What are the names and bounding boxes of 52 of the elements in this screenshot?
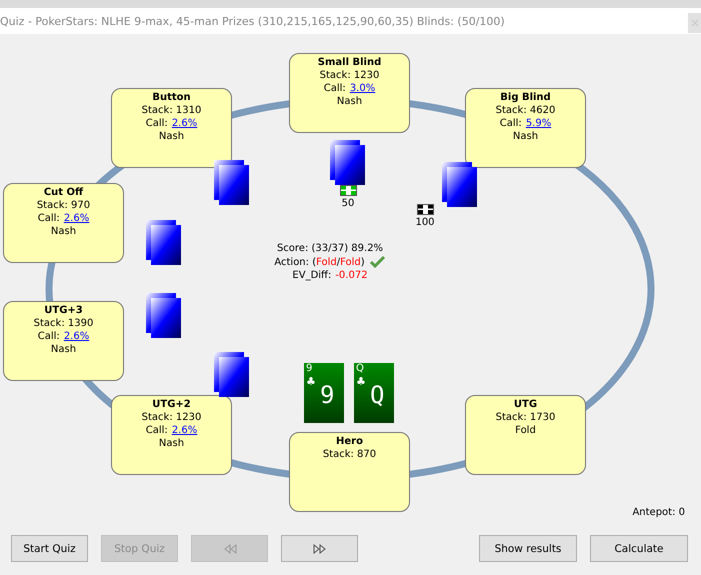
call-label: Call:	[38, 212, 60, 225]
call-range-link[interactable]: 3.0%	[350, 82, 376, 95]
seat-action: Nash	[512, 130, 538, 143]
call-label: Call:	[146, 424, 168, 437]
seat-action: Nash	[158, 437, 184, 450]
seat-action: Fold	[515, 424, 536, 437]
action-button[interactable]: Calculate	[590, 535, 688, 562]
seat-action: Nash	[336, 95, 362, 108]
call-range-link[interactable]: 2.6%	[172, 117, 198, 130]
bet-amount: 100	[414, 217, 436, 228]
window-title: Quiz - PokerStars: NLHE 9-max, 45-man Prizes (310,215,165,125,90,60,35) Blinds: (50/100)	[0, 14, 505, 28]
call-label: Call:	[38, 330, 60, 343]
seat-name: Cut Off	[44, 186, 84, 199]
call-range-link[interactable]: 5.9%	[526, 117, 552, 130]
rewind-icon	[222, 544, 236, 554]
seat-action: Nash	[50, 343, 76, 356]
seat-stack: Stack: 1390	[34, 317, 94, 330]
fast-forward-button[interactable]	[281, 535, 358, 562]
fast-forward-icon	[312, 544, 326, 554]
action-button[interactable]: Start Quiz	[11, 535, 88, 562]
seat-stack: Stack: 4620	[496, 104, 556, 117]
call-range-link[interactable]: 2.6%	[172, 424, 198, 437]
score-text: Score: (33/37) 89.2%	[276, 242, 384, 255]
seat-name: UTG+3	[44, 304, 83, 317]
seat-action: Nash	[50, 225, 76, 238]
seat-stack: Stack: 870	[322, 448, 376, 461]
ev-label: EV_Diff:	[292, 269, 332, 282]
seat-stack: Stack: 1230	[142, 411, 202, 424]
seat-stack: Stack: 970	[36, 199, 90, 212]
close-icon[interactable]	[688, 13, 701, 33]
seat-stack: Stack: 1730	[496, 411, 556, 424]
call-label: Call:	[146, 117, 168, 130]
ev-value: -0.072	[335, 269, 368, 282]
bet-amount: 50	[340, 198, 356, 209]
action-text: Action: (Fold/Fold)	[274, 256, 365, 268]
playing-card: Q ♣ Q	[354, 363, 394, 423]
antepot-text: Antepot: 0	[632, 507, 685, 518]
call-range-link[interactable]: 2.6%	[64, 330, 90, 343]
action-button[interactable]: Show results	[479, 535, 577, 562]
playing-card: 9 ♣ 9	[304, 363, 344, 423]
seat-name: UTG+2	[152, 398, 191, 411]
seat-name: Small Blind	[318, 56, 382, 69]
seat-name: UTG	[514, 398, 538, 411]
seat-stack: Stack: 1310	[142, 104, 202, 117]
call-range-link[interactable]: 2.6%	[64, 212, 90, 225]
call-label: Call:	[500, 117, 522, 130]
seat-name: Hero	[336, 435, 363, 448]
seat-name: Button	[152, 91, 191, 104]
seat-action: Nash	[158, 130, 184, 143]
seat-stack: Stack: 1230	[320, 69, 380, 82]
seat-name: Big Blind	[500, 91, 551, 104]
call-label: Call:	[324, 82, 346, 95]
